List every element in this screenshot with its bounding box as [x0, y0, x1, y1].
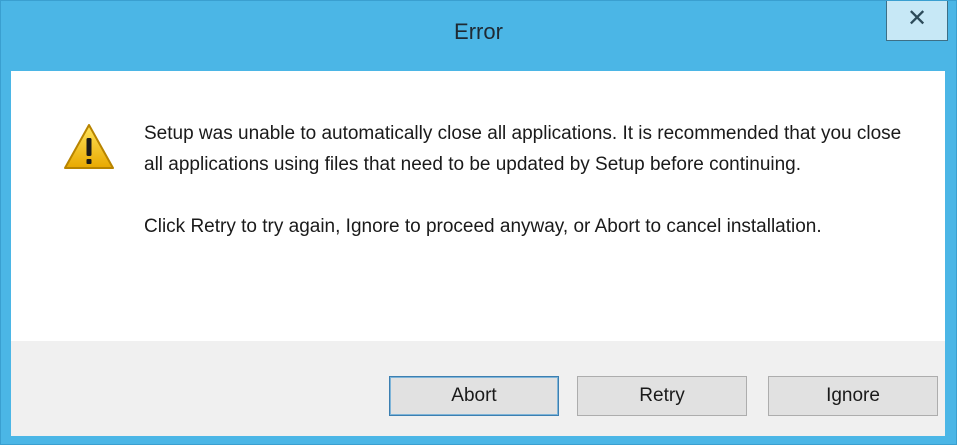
close-button[interactable]: ✕ — [886, 1, 948, 41]
error-dialog: Error ✕ Setup was unable to automaticall… — [0, 0, 957, 445]
abort-button[interactable]: Abort — [389, 376, 559, 416]
retry-button[interactable]: Retry — [577, 376, 747, 416]
title-bar[interactable]: Error ✕ — [1, 1, 956, 71]
dialog-title: Error — [454, 19, 503, 44]
dialog-body: Setup was unable to automatically close … — [11, 71, 945, 436]
warning-icon — [64, 124, 114, 169]
message-paragraph: Setup was unable to automatically close … — [144, 123, 902, 175]
message-area: Setup was unable to automatically close … — [11, 71, 945, 341]
close-icon: ✕ — [906, 5, 928, 32]
message-instructions: Click Retry to try again, Ignore to proc… — [144, 216, 822, 237]
error-message: Setup was unable to automatically close … — [144, 118, 904, 242]
button-bar: Abort Retry Ignore — [11, 341, 945, 436]
ignore-button[interactable]: Ignore — [768, 376, 938, 416]
